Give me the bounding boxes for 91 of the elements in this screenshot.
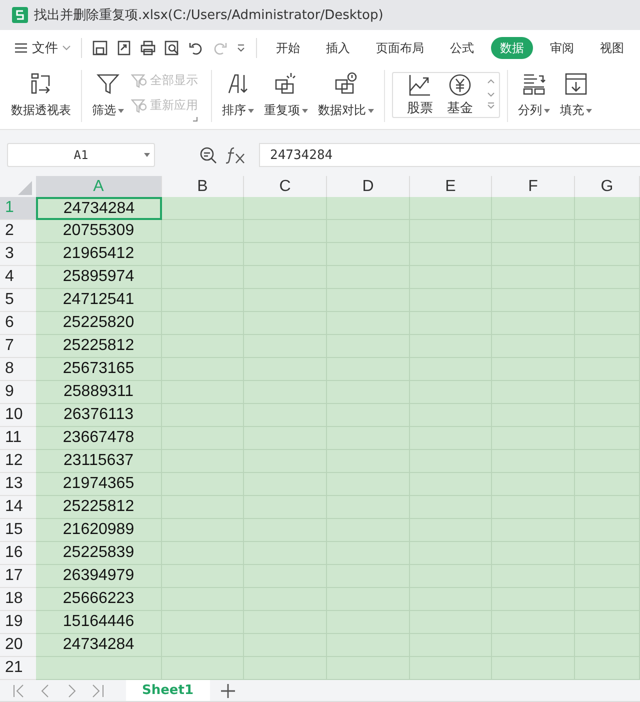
table-cell: 25666223 [36, 588, 162, 611]
gallery-item[interactable]: 基金 [447, 73, 473, 117]
column-header[interactable]: E [410, 176, 492, 197]
table-cell: 24712541 [36, 289, 162, 312]
row-header[interactable]: 4 [0, 266, 36, 289]
row-header[interactable]: 9 [0, 381, 36, 404]
window-title: 找出并删除重复项.xlsx(C:/Users/Administrator/Desktop) [34, 7, 384, 24]
row-header[interactable]: 5 [0, 289, 36, 312]
table-cell: 21620989 [36, 519, 162, 542]
customize-icon[interactable] [236, 43, 246, 53]
filter-icon [96, 72, 120, 96]
ribbon-tab[interactable]: 视图 [591, 37, 633, 59]
duplicate-icon [274, 72, 298, 96]
ribbon-button[interactable]: 重复项 [261, 70, 311, 120]
split-columns-icon [522, 72, 546, 96]
row-header[interactable]: 18 [0, 588, 36, 611]
add-sheet-icon[interactable] [220, 682, 236, 698]
ribbon-button[interactable]: 填充 [557, 70, 595, 120]
file-menu[interactable]: 文件 [14, 36, 71, 60]
table-cell: 25225812 [36, 335, 162, 358]
column-header[interactable]: G [575, 176, 640, 197]
gallery-item[interactable]: 股票 [407, 73, 433, 117]
filter-eye-icon [131, 72, 147, 88]
ribbon-button[interactable]: 数据对比 [315, 70, 377, 120]
row-header[interactable]: 12 [0, 450, 36, 473]
row-header[interactable]: 6 [0, 312, 36, 335]
ribbon-tab[interactable]: 插入 [317, 37, 359, 59]
row-header[interactable]: 17 [0, 565, 36, 588]
ribbon-button[interactable]: 排序 [219, 70, 257, 120]
table-cell: 25889311 [36, 381, 162, 404]
yen-coin-icon [448, 73, 472, 97]
table-cell: 15164446 [36, 611, 162, 634]
row-header[interactable]: 8 [0, 358, 36, 381]
row-header[interactable]: 21 [0, 657, 36, 680]
dialog-launcher-icon[interactable] [193, 117, 198, 122]
column-header[interactable]: D [327, 176, 410, 197]
export-icon[interactable] [116, 40, 132, 56]
table-cell: 21965412 [36, 243, 162, 266]
table-cell: 21974365 [36, 473, 162, 496]
row-header[interactable]: 11 [0, 427, 36, 450]
function-icon[interactable] [225, 146, 247, 164]
chevron-down-icon [62, 45, 71, 51]
table-cell: 24734284 [36, 197, 162, 220]
column-header[interactable]: C [244, 176, 327, 197]
row-header[interactable]: 19 [0, 611, 36, 634]
table-cell: 26394979 [36, 565, 162, 588]
save-icon[interactable] [92, 40, 108, 56]
ribbon-button[interactable]: 数据透视表 [8, 70, 74, 120]
fill-down-icon [564, 72, 588, 96]
ribbon-tab[interactable]: 审阅 [541, 37, 583, 59]
table-cell: 24734284 [36, 634, 162, 657]
row-header[interactable]: 16 [0, 542, 36, 565]
table-cell: 25895974 [36, 266, 162, 289]
ribbon-button[interactable]: 筛选 [89, 70, 127, 120]
ribbon-tab[interactable]: 开始 [267, 37, 309, 59]
app-logo-icon [12, 7, 28, 23]
ribbon-tab[interactable]: 页面布局 [367, 37, 433, 59]
name-box[interactable]: A1 [7, 143, 155, 167]
sort-icon [226, 72, 250, 96]
formula-field[interactable]: 24734284 [259, 143, 640, 167]
print-preview-icon[interactable] [164, 40, 180, 56]
row-header[interactable]: 3 [0, 243, 36, 266]
chart-line-icon [408, 73, 432, 97]
row-header[interactable]: 10 [0, 404, 36, 427]
table-cell: 20755309 [36, 220, 162, 243]
row-header[interactable]: 20 [0, 634, 36, 657]
column-header[interactable]: F [492, 176, 575, 197]
table-cell: 25225812 [36, 496, 162, 519]
filter-refresh-icon [131, 98, 147, 114]
table-cell: 23667478 [36, 427, 162, 450]
table-cell: 23115637 [36, 450, 162, 473]
table-cell [575, 197, 640, 220]
last-sheet-icon[interactable] [90, 682, 106, 698]
row-header[interactable]: 2 [0, 220, 36, 243]
caret-icon [144, 153, 150, 157]
menu-icon [14, 42, 28, 54]
row-header[interactable]: 7 [0, 335, 36, 358]
printer-icon[interactable] [140, 40, 156, 56]
table-cell: 25225820 [36, 312, 162, 335]
zoom-icon[interactable] [199, 146, 217, 164]
ribbon-tab[interactable]: 公式 [441, 37, 483, 59]
table-cell: 25673165 [36, 358, 162, 381]
table-cell: 25225839 [36, 542, 162, 565]
undo-icon[interactable] [188, 40, 204, 56]
table-cell: 26376113 [36, 404, 162, 427]
column-header[interactable]: B [162, 176, 244, 197]
row-header[interactable]: 14 [0, 496, 36, 519]
compare-icon [334, 72, 358, 96]
ribbon-button[interactable]: 分列 [515, 70, 553, 120]
row-header[interactable]: 13 [0, 473, 36, 496]
row-header[interactable]: 15 [0, 519, 36, 542]
